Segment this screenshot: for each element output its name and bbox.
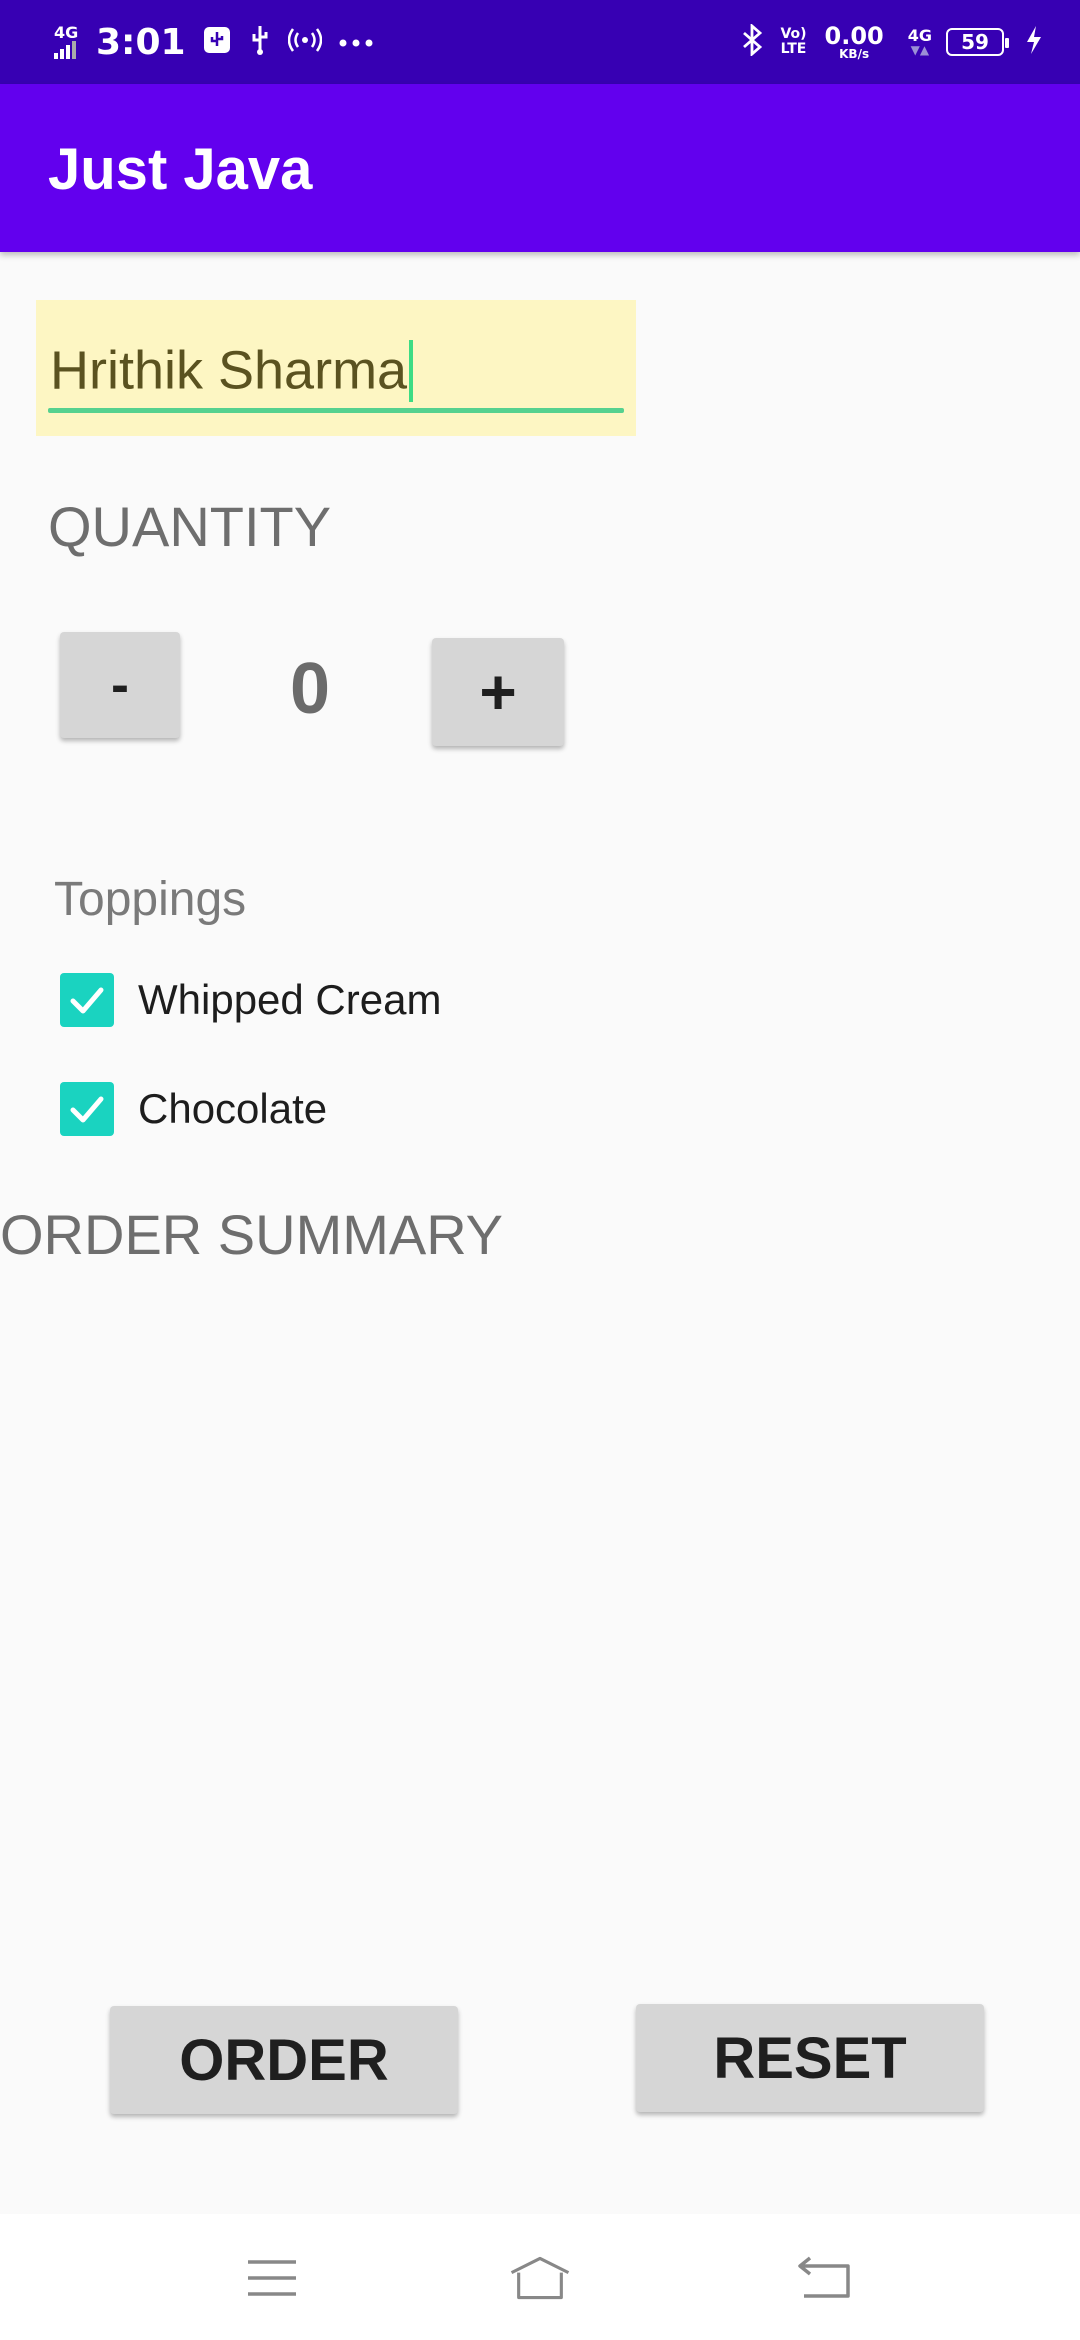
order-button[interactable]: ORDER — [110, 2006, 458, 2114]
net-speed-value: 0.00 — [824, 22, 884, 50]
status-bar-right: Vo) LTE 0.00 KB/s 4G ▼▲ 59 — [741, 18, 1042, 66]
whipped-cream-option[interactable]: Whipped Cream — [60, 973, 441, 1027]
checkmark-icon — [70, 1096, 104, 1123]
name-input[interactable]: Hrithik Sharma — [36, 300, 636, 436]
name-input-value[interactable]: Hrithik Sharma — [50, 341, 407, 401]
quantity-value: 0 — [289, 649, 331, 729]
usb-debug-icon — [248, 24, 272, 60]
battery-icon: 59 — [946, 28, 1009, 56]
home-icon[interactable] — [508, 2246, 572, 2310]
hotspot-icon — [287, 27, 322, 57]
chocolate-option[interactable]: Chocolate — [60, 1082, 327, 1136]
usb-icon — [202, 25, 232, 59]
quantity-heading: QUANTITY — [48, 495, 332, 558]
volte-indicator: Vo) LTE — [780, 26, 807, 57]
status-bar-left: 4G 3:01 — [54, 18, 374, 66]
text-cursor — [409, 339, 414, 402]
mobile-data-indicator: 4G ▼▲ — [907, 26, 932, 57]
decrement-button[interactable]: - — [60, 632, 180, 738]
more-dots-icon — [338, 33, 374, 52]
clock: 3:01 — [96, 21, 186, 63]
network-type-right: 4G — [907, 26, 932, 45]
navigation-bar — [0, 2214, 1080, 2340]
app-title: Just Java — [48, 137, 313, 202]
whipped-cream-label: Whipped Cream — [138, 976, 442, 1023]
whipped-cream-checkbox[interactable] — [60, 973, 114, 1027]
status-bar: 4G 3:01 Vo) LTE 0.00 KB/s 4G ▼▲ 59 — [0, 0, 1080, 84]
chocolate-checkbox[interactable] — [60, 1082, 114, 1136]
signal-icon: 4G — [54, 25, 80, 59]
menu-icon[interactable] — [240, 2246, 304, 2310]
reset-button[interactable]: RESET — [636, 2004, 984, 2112]
net-speed: 0.00 KB/s — [825, 24, 884, 60]
battery-level: 59 — [961, 30, 989, 54]
chocolate-label: Chocolate — [138, 1085, 328, 1132]
charging-icon — [1026, 26, 1042, 58]
bluetooth-icon — [741, 22, 763, 60]
back-icon[interactable] — [792, 2246, 856, 2310]
name-input-underline — [48, 408, 624, 413]
checkmark-icon — [70, 987, 104, 1014]
network-type-left: 4G — [54, 23, 79, 42]
toppings-heading: Toppings — [54, 873, 247, 926]
increment-button[interactable]: + — [432, 638, 564, 746]
app-bar: Just Java — [0, 84, 1080, 252]
net-speed-unit: KB/s — [839, 47, 870, 61]
order-summary-heading: ORDER SUMMARY — [0, 1203, 504, 1266]
name-input-container: Hrithik Sharma — [50, 336, 414, 402]
